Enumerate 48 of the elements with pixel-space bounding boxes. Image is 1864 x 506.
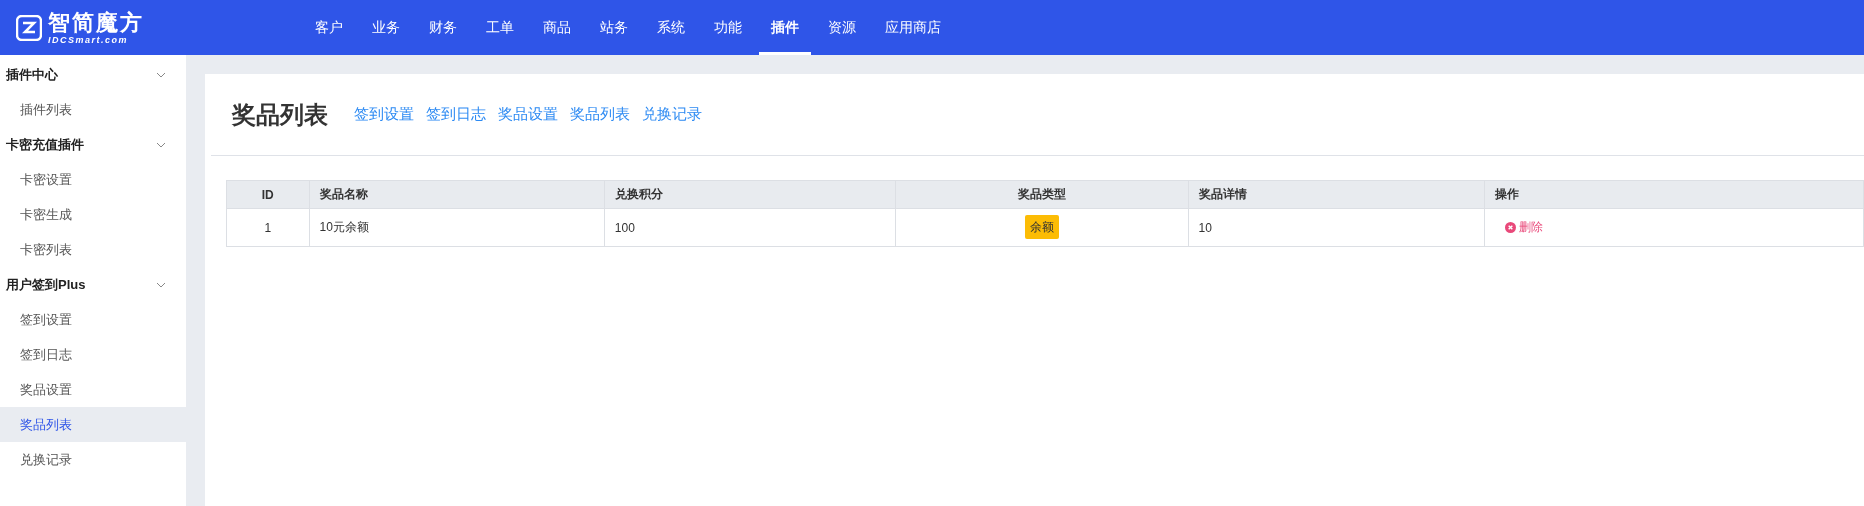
table-cell: 10 — [1188, 208, 1485, 247]
sidebar-item[interactable]: 奖品列表 — [0, 407, 186, 442]
sidebar-item[interactable]: 卡密列表 — [0, 232, 186, 267]
sidebar-item[interactable]: 插件列表 — [0, 92, 186, 127]
nav-tab[interactable]: 系统 — [645, 0, 697, 55]
sidebar-group[interactable]: 插件中心 — [0, 57, 186, 92]
column-header: 奖品名称 — [309, 180, 605, 209]
column-header: 操作 — [1484, 180, 1864, 209]
sidebar-group[interactable]: 卡密充值插件 — [0, 127, 186, 162]
nav-tab[interactable]: 财务 — [417, 0, 469, 55]
logo-name: 智简魔方 — [48, 10, 144, 35]
nav-tab[interactable]: 工单 — [474, 0, 526, 55]
sidebar-group[interactable]: 用户签到Plus — [0, 267, 186, 302]
sidebar-item[interactable]: 奖品设置 — [0, 372, 186, 407]
table-cell: 10元余额 — [309, 208, 605, 247]
sidebar-item[interactable]: 兑换记录 — [0, 442, 186, 477]
type-tag: 余额 — [1024, 215, 1059, 239]
logo-icon — [16, 14, 42, 41]
nav-tab[interactable]: 客户 — [303, 0, 355, 55]
nav-tab[interactable]: 商品 — [531, 0, 583, 55]
close-circle-icon — [1504, 222, 1516, 233]
table-cell: 1 — [226, 208, 310, 247]
group-title: 用户签到Plus — [6, 275, 86, 294]
column-header: 奖品类型 — [895, 180, 1189, 209]
page-link[interactable]: 签到日志 — [426, 105, 486, 124]
nav-tab[interactable]: 应用商店 — [873, 0, 953, 55]
page-title: 奖品列表 — [232, 99, 328, 130]
sidebar-item[interactable]: 签到设置 — [0, 302, 186, 337]
nav-tab[interactable]: 功能 — [702, 0, 754, 55]
nav-tab[interactable]: 插件 — [759, 0, 811, 55]
column-header: 奖品详情 — [1188, 180, 1485, 209]
group-title: 插件中心 — [6, 65, 58, 84]
sidebar-item[interactable]: 签到日志 — [0, 337, 186, 372]
logo-subtitle: IDCSmart.com — [48, 34, 129, 45]
column-header: 兑换积分 — [604, 180, 896, 209]
page-link[interactable]: 奖品设置 — [498, 105, 558, 124]
group-title: 卡密充值插件 — [6, 135, 84, 154]
table-cell: 100 — [604, 208, 896, 247]
page-link[interactable]: 奖品列表 — [570, 105, 630, 124]
column-header: ID — [226, 180, 310, 209]
nav-tab[interactable]: 资源 — [816, 0, 868, 55]
delete-link[interactable]: 删除 — [1504, 219, 1543, 236]
sidebar-item[interactable]: 卡密生成 — [0, 197, 186, 232]
sidebar-item[interactable]: 卡密设置 — [0, 162, 186, 197]
nav-tab[interactable]: 站务 — [588, 0, 640, 55]
nav-tab[interactable]: 业务 — [360, 0, 412, 55]
page-link[interactable]: 兑换记录 — [642, 105, 702, 124]
page-link[interactable]: 签到设置 — [354, 105, 414, 124]
